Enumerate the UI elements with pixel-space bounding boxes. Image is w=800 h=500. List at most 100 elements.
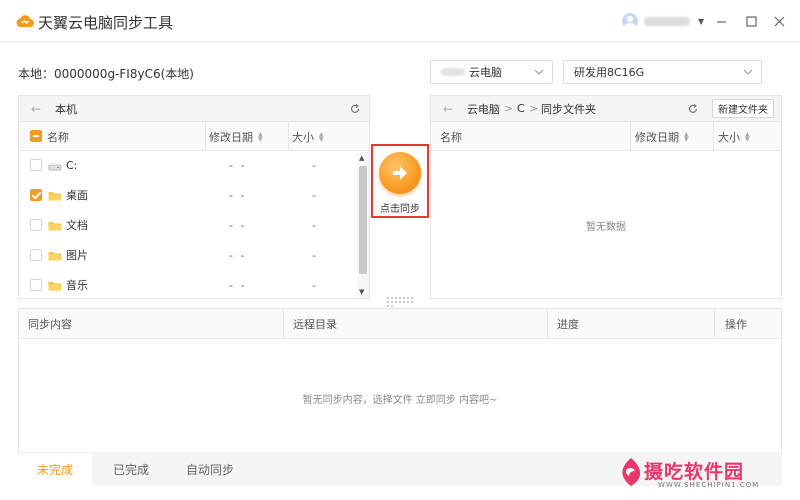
avatar[interactable]: [622, 13, 638, 29]
maximize-button[interactable]: [742, 12, 760, 30]
scroll-thumb[interactable]: [359, 166, 367, 274]
name-column-header[interactable]: 名称: [440, 122, 462, 151]
watermark-logo-icon: [622, 458, 641, 486]
watermark-url: WWW.SHECHIPIN1.COM: [658, 481, 760, 489]
row-checkbox[interactable]: [30, 219, 42, 231]
refresh-icon[interactable]: [350, 104, 360, 114]
sort-icon: ▲ ▼: [745, 130, 750, 143]
select-all-checkbox[interactable]: [30, 130, 42, 142]
device-select[interactable]: 研发用8C16G: [563, 60, 762, 84]
file-size: -: [312, 188, 316, 202]
file-size: -: [312, 218, 316, 232]
cloud-computer-select[interactable]: 云电脑: [430, 60, 553, 84]
scroll-down-icon[interactable]: ▼: [359, 288, 364, 296]
date-column-header[interactable]: 修改日期 ▲ ▼: [635, 122, 689, 151]
cloud-computer-select-value: 云电脑: [469, 66, 502, 79]
file-date: - -: [229, 158, 247, 172]
row-checkbox[interactable]: [30, 249, 42, 261]
actions-column-header: 操作: [725, 318, 747, 331]
minimize-button[interactable]: [712, 12, 730, 30]
sync-button[interactable]: [379, 152, 421, 194]
resize-handle[interactable]: [387, 297, 413, 307]
remote-nav-bar: ← 云电脑 > C > 同步文件夹 新建文件夹: [431, 96, 781, 122]
back-arrow-icon[interactable]: ←: [31, 102, 41, 116]
close-button[interactable]: [770, 12, 788, 30]
file-date: - -: [229, 278, 247, 292]
name-column-label: 名称: [440, 130, 462, 144]
file-name: 图片: [66, 249, 88, 262]
date-column-label: 修改日期: [209, 130, 253, 144]
size-column-label: 大小: [718, 130, 740, 144]
username-blurred: [644, 16, 690, 26]
file-date: - -: [229, 188, 247, 202]
breadcrumb-c[interactable]: C: [517, 102, 525, 115]
column-divider: [205, 122, 206, 151]
local-machine-label: 本地：0000000g-FI8yC6(本地): [18, 67, 194, 81]
remote-file-panel: ← 云电脑 > C > 同步文件夹 新建文件夹 名称 修改日期 ▲ ▼ 大小 ▲ ▼ 暂…: [430, 95, 782, 299]
folder-icon: [48, 281, 62, 290]
local-file-panel: ← 本机 名称 修改日期 ▲ ▼ 大小 ▲ ▼ C: - - - 桌面 - - -: [18, 95, 370, 299]
column-divider: [713, 122, 714, 151]
date-column-header[interactable]: 修改日期 ▲ ▼: [209, 122, 263, 151]
folder-icon: [48, 191, 62, 200]
sync-button-highlight: 点击同步: [371, 144, 429, 218]
scroll-up-icon[interactable]: ▲: [359, 154, 364, 162]
breadcrumb-separator: >: [529, 102, 539, 115]
task-table-header: 同步内容 远程目录 进度 操作: [19, 309, 781, 339]
local-nav-bar: ← 本机: [19, 96, 369, 122]
size-column-header[interactable]: 大小 ▲ ▼: [292, 122, 324, 151]
tab-incomplete[interactable]: 未完成: [18, 452, 92, 486]
file-row-pictures[interactable]: 图片 - - -: [19, 240, 359, 270]
watermark-name: 摄吃软件园: [644, 461, 745, 483]
sync-task-table: 同步内容 远程目录 进度 操作 暂无同步内容，选择文件 立即同步 内容吧~: [18, 308, 782, 458]
size-column-label: 大小: [292, 130, 314, 144]
back-arrow-icon[interactable]: ←: [443, 102, 453, 116]
row-checkbox[interactable]: [30, 189, 42, 201]
file-date: - -: [229, 218, 247, 232]
file-row-music[interactable]: 音乐 - - -: [19, 270, 359, 300]
minimize-icon: [716, 20, 726, 23]
file-row-documents[interactable]: 文档 - - -: [19, 210, 359, 240]
blurred-prefix: [441, 68, 465, 76]
remote-table-header: 名称 修改日期 ▲ ▼ 大小 ▲ ▼: [431, 122, 781, 151]
file-row-drive-c[interactable]: C: - - -: [19, 150, 359, 180]
title-bar: 天翼云电脑同步工具 ▼: [0, 0, 800, 42]
caret-down-icon[interactable]: ▼: [698, 17, 704, 26]
tab-auto-sync[interactable]: 自动同步: [168, 452, 252, 486]
size-column-header[interactable]: 大小 ▲ ▼: [718, 122, 750, 151]
column-divider: [714, 309, 715, 339]
arrow-right-icon: [393, 166, 407, 180]
file-row-desktop[interactable]: 桌面 - - -: [19, 180, 359, 210]
tasks-empty-text: 暂无同步内容，选择文件 立即同步 内容吧~: [302, 395, 498, 406]
app-title: 天翼云电脑同步工具: [38, 14, 174, 32]
row-checkbox[interactable]: [30, 159, 42, 171]
local-scrollbar[interactable]: ▲ ▼: [357, 152, 369, 298]
local-nav-title: 本机: [55, 102, 77, 116]
breadcrumb-cloud[interactable]: 云电脑: [467, 101, 500, 117]
chevron-down-icon: [534, 69, 544, 75]
column-divider: [630, 122, 631, 151]
close-icon: [774, 16, 784, 26]
progress-column-header: 进度: [557, 318, 579, 331]
file-size: -: [312, 278, 316, 292]
row-checkbox[interactable]: [30, 279, 42, 291]
app-window: 天翼云电脑同步工具 ▼ 本地：0000000g-FI8yC6(本地) 云电脑 研…: [0, 0, 800, 500]
column-divider: [283, 309, 284, 339]
name-column-header[interactable]: 名称: [47, 122, 69, 151]
watermark: 摄吃软件园 WWW.SHECHIPIN1.COM: [600, 454, 790, 494]
remote-empty-text: 暂无数据: [586, 222, 626, 233]
remote-dir-column-header: 远程目录: [293, 318, 337, 331]
refresh-icon[interactable]: [688, 104, 698, 114]
local-table-header: 名称 修改日期 ▲ ▼ 大小 ▲ ▼: [19, 122, 369, 151]
breadcrumb-separator: >: [504, 102, 514, 115]
user-menu[interactable]: ▼: [622, 12, 704, 30]
file-name: 音乐: [66, 279, 88, 292]
maximize-icon: [745, 15, 757, 27]
file-size: -: [312, 158, 316, 172]
new-folder-button[interactable]: 新建文件夹: [712, 99, 774, 118]
content-column-header: 同步内容: [28, 318, 72, 331]
breadcrumb-sync-folder[interactable]: 同步文件夹: [541, 101, 596, 117]
device-select-value: 研发用8C16G: [574, 66, 645, 79]
tab-completed[interactable]: 已完成: [94, 452, 168, 486]
cloud-logo-icon: [16, 15, 34, 27]
